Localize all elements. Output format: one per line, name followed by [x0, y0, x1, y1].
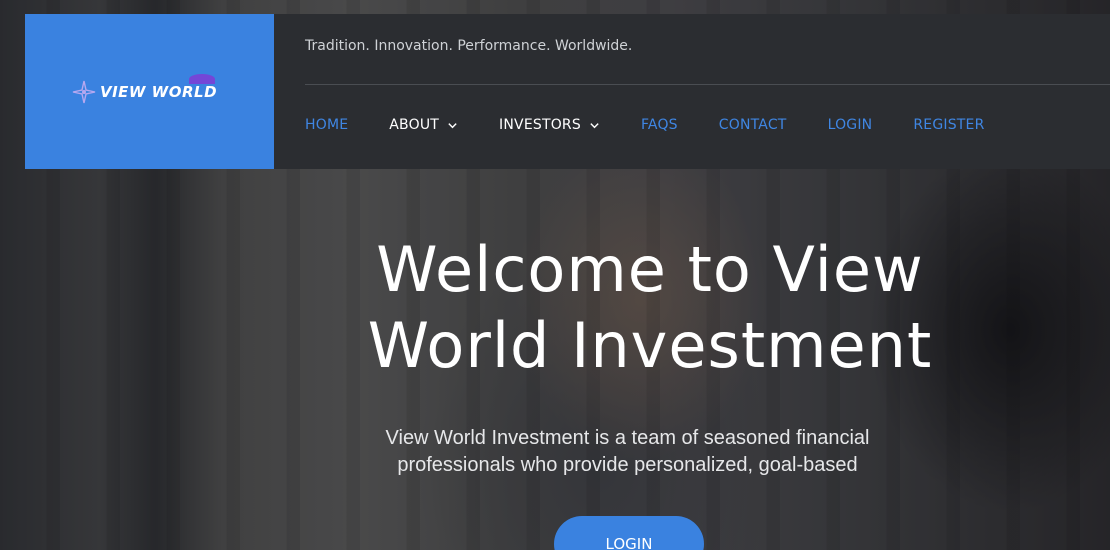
hero-headline-line2: World Investment: [367, 309, 933, 382]
hero-content: Welcome to View World Investment View Wo…: [0, 0, 1110, 550]
hero-headline: Welcome to View World Investment: [220, 232, 1080, 384]
hero-subtext: View World Investment is a team of seaso…: [385, 427, 870, 476]
hero-login-button[interactable]: LOGIN: [554, 516, 704, 550]
hero-headline-line1: Welcome to View: [376, 233, 924, 306]
